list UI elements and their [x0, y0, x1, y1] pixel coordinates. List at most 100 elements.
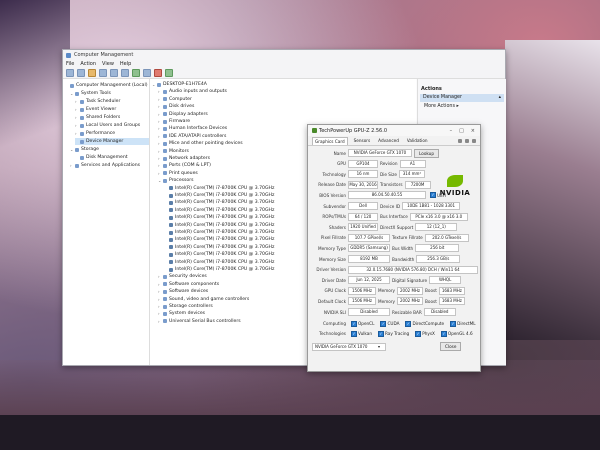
feature-checkbox[interactable]: ✓: [440, 330, 447, 337]
tab-advanced[interactable]: Advanced: [376, 137, 401, 144]
chevron-down-icon[interactable]: ▾: [378, 344, 380, 349]
device-category[interactable]: › Disk drives: [158, 103, 194, 110]
expand-arrow-icon[interactable]: ›: [158, 125, 162, 132]
expand-arrow-icon[interactable]: ›: [75, 130, 79, 137]
expand-arrow-icon[interactable]: ›: [70, 162, 74, 169]
device-category[interactable]: › Display adapters: [158, 111, 208, 118]
folder-icon[interactable]: [88, 69, 96, 77]
console-tree-item[interactable]: ⌄ Storage: [70, 146, 149, 153]
processor-item[interactable]: Intel(R) Core(TM) i7-8700K CPU @ 3.70GHz: [164, 244, 274, 251]
uninstall-icon[interactable]: [154, 69, 162, 77]
processor-item[interactable]: Intel(R) Core(TM) i7-8700K CPU @ 3.70GHz: [164, 251, 274, 258]
processor-item[interactable]: Intel(R) Core(TM) i7-8700K CPU @ 3.70GHz: [164, 214, 274, 221]
processor-item[interactable]: Intel(R) Core(TM) i7-8700K CPU @ 3.70GHz: [164, 192, 274, 199]
device-category[interactable]: › Universal Serial Bus controllers: [158, 318, 241, 325]
console-tree-item[interactable]: › Performance: [75, 130, 149, 137]
actions-device-manager[interactable]: Device Manager ▴: [420, 94, 504, 102]
processor-item[interactable]: Intel(R) Core(TM) i7-8700K CPU @ 3.70GHz: [164, 236, 274, 243]
feature-checkbox[interactable]: ✓: [405, 320, 412, 327]
expand-arrow-icon[interactable]: ›: [158, 133, 162, 140]
device-category[interactable]: › Computer: [158, 96, 192, 103]
device-category[interactable]: › Sound, video and game controllers: [158, 296, 249, 303]
feature-checkbox[interactable]: ✓: [351, 320, 357, 327]
processor-item[interactable]: Intel(R) Core(TM) i7-8700K CPU @ 3.70GHz: [164, 185, 274, 192]
expand-arrow-icon[interactable]: ⌄: [70, 146, 74, 153]
close-button[interactable]: Close: [440, 342, 462, 352]
feature-checkbox[interactable]: ✓: [450, 320, 457, 327]
gpu-select[interactable]: NVIDIA GeForce GTX 1070: [312, 342, 386, 351]
feature-checkbox[interactable]: ✓: [351, 330, 357, 337]
forward-arrow-icon[interactable]: [77, 69, 85, 77]
menu-view[interactable]: View: [102, 61, 114, 67]
menu-help[interactable]: Help: [120, 61, 131, 67]
expand-arrow-icon[interactable]: ›: [158, 88, 162, 95]
device-category[interactable]: › Software devices: [158, 288, 208, 295]
expand-arrow-icon[interactable]: ›: [158, 318, 162, 325]
device-tree-root[interactable]: ⌄ DESKTOP-E1H7E4A: [152, 81, 207, 88]
properties-icon[interactable]: [99, 69, 107, 77]
expand-arrow-icon[interactable]: ›: [158, 140, 162, 147]
back-arrow-icon[interactable]: [66, 69, 74, 77]
feature-checkbox[interactable]: ✓: [380, 320, 387, 327]
device-category[interactable]: › Audio inputs and outputs: [158, 88, 227, 95]
device-category[interactable]: › Firmware: [158, 118, 190, 125]
expand-arrow-icon[interactable]: ›: [75, 122, 79, 129]
device-category[interactable]: › Storage controllers: [158, 303, 213, 310]
device-category[interactable]: › System devices: [158, 310, 205, 317]
console-tree-item[interactable]: Disk Management: [75, 154, 149, 161]
update-driver-icon[interactable]: [165, 69, 173, 77]
console-tree-item[interactable]: ⌄ System Tools: [70, 90, 149, 97]
device-category[interactable]: › Security devices: [158, 273, 207, 280]
actions-more[interactable]: More Actions ▸: [418, 103, 506, 111]
collapse-arrow-icon[interactable]: ▴: [499, 94, 501, 102]
processor-item[interactable]: Intel(R) Core(TM) i7-8700K CPU @ 3.70GHz: [164, 266, 274, 273]
device-category[interactable]: › Ports (COM & LPT): [158, 162, 211, 169]
camera-icon[interactable]: [458, 138, 462, 143]
console-tree-item[interactable]: › Services and Applications: [70, 162, 149, 169]
console-tree-item[interactable]: Computer Management (Local): [65, 82, 149, 89]
console-tree-item[interactable]: › Shared Folders: [75, 114, 149, 121]
console-tree-item[interactable]: › Event Viewer: [75, 106, 149, 113]
expand-arrow-icon[interactable]: ›: [75, 106, 79, 113]
expand-arrow-icon[interactable]: ›: [158, 111, 162, 118]
expand-arrow-icon[interactable]: ›: [158, 96, 162, 103]
expand-arrow-icon[interactable]: ⌄: [70, 90, 74, 97]
device-category[interactable]: › Mice and other pointing devices: [158, 140, 243, 147]
scan-hardware-icon[interactable]: [132, 69, 140, 77]
device-category[interactable]: › Software components: [158, 281, 219, 288]
expand-arrow-icon[interactable]: ›: [158, 170, 162, 177]
tab-sensors[interactable]: Sensors: [352, 137, 373, 144]
view-icon[interactable]: [121, 69, 129, 77]
device-category[interactable]: › IDE ATA/ATAPI controllers: [158, 133, 226, 140]
expand-arrow-icon[interactable]: ›: [158, 288, 162, 295]
expand-arrow-icon[interactable]: ›: [158, 148, 162, 155]
expand-arrow-icon[interactable]: ⌄: [152, 81, 156, 88]
menu-action[interactable]: Action: [80, 61, 96, 67]
minimize-icon[interactable]: –: [450, 128, 453, 134]
tab-graphics-card[interactable]: Graphics Card: [312, 136, 348, 145]
expand-arrow-icon[interactable]: ⌄: [158, 177, 162, 184]
help-icon[interactable]: [110, 69, 118, 77]
console-tree-item[interactable]: › Task Scheduler: [75, 98, 149, 105]
lookup-button[interactable]: Lookup: [414, 148, 439, 158]
expand-arrow-icon[interactable]: ›: [158, 310, 162, 317]
expand-arrow-icon[interactable]: ›: [158, 162, 162, 169]
device-category[interactable]: ⌄ Processors: [158, 177, 194, 184]
processor-item[interactable]: Intel(R) Core(TM) i7-8700K CPU @ 3.70GHz: [164, 229, 274, 236]
expand-arrow-icon[interactable]: ›: [158, 155, 162, 162]
device-category[interactable]: › Print queues: [158, 170, 198, 177]
close-icon[interactable]: ×: [471, 128, 475, 134]
expand-arrow-icon[interactable]: ›: [158, 103, 162, 110]
refresh-icon[interactable]: [465, 138, 469, 143]
maximize-icon[interactable]: □: [459, 128, 464, 134]
expand-arrow-icon[interactable]: ›: [158, 303, 162, 310]
menu-icon[interactable]: [472, 138, 476, 143]
tab-validation[interactable]: Validation: [405, 137, 430, 144]
expand-arrow-icon[interactable]: ›: [75, 98, 79, 105]
console-tree-item[interactable]: › Local Users and Groups: [75, 122, 149, 129]
expand-arrow-icon[interactable]: ›: [158, 281, 162, 288]
processor-item[interactable]: Intel(R) Core(TM) i7-8700K CPU @ 3.70GHz: [164, 222, 274, 229]
feature-checkbox[interactable]: ✓: [415, 330, 422, 337]
expand-arrow-icon[interactable]: ›: [158, 273, 162, 280]
monitor-icon[interactable]: [143, 69, 151, 77]
